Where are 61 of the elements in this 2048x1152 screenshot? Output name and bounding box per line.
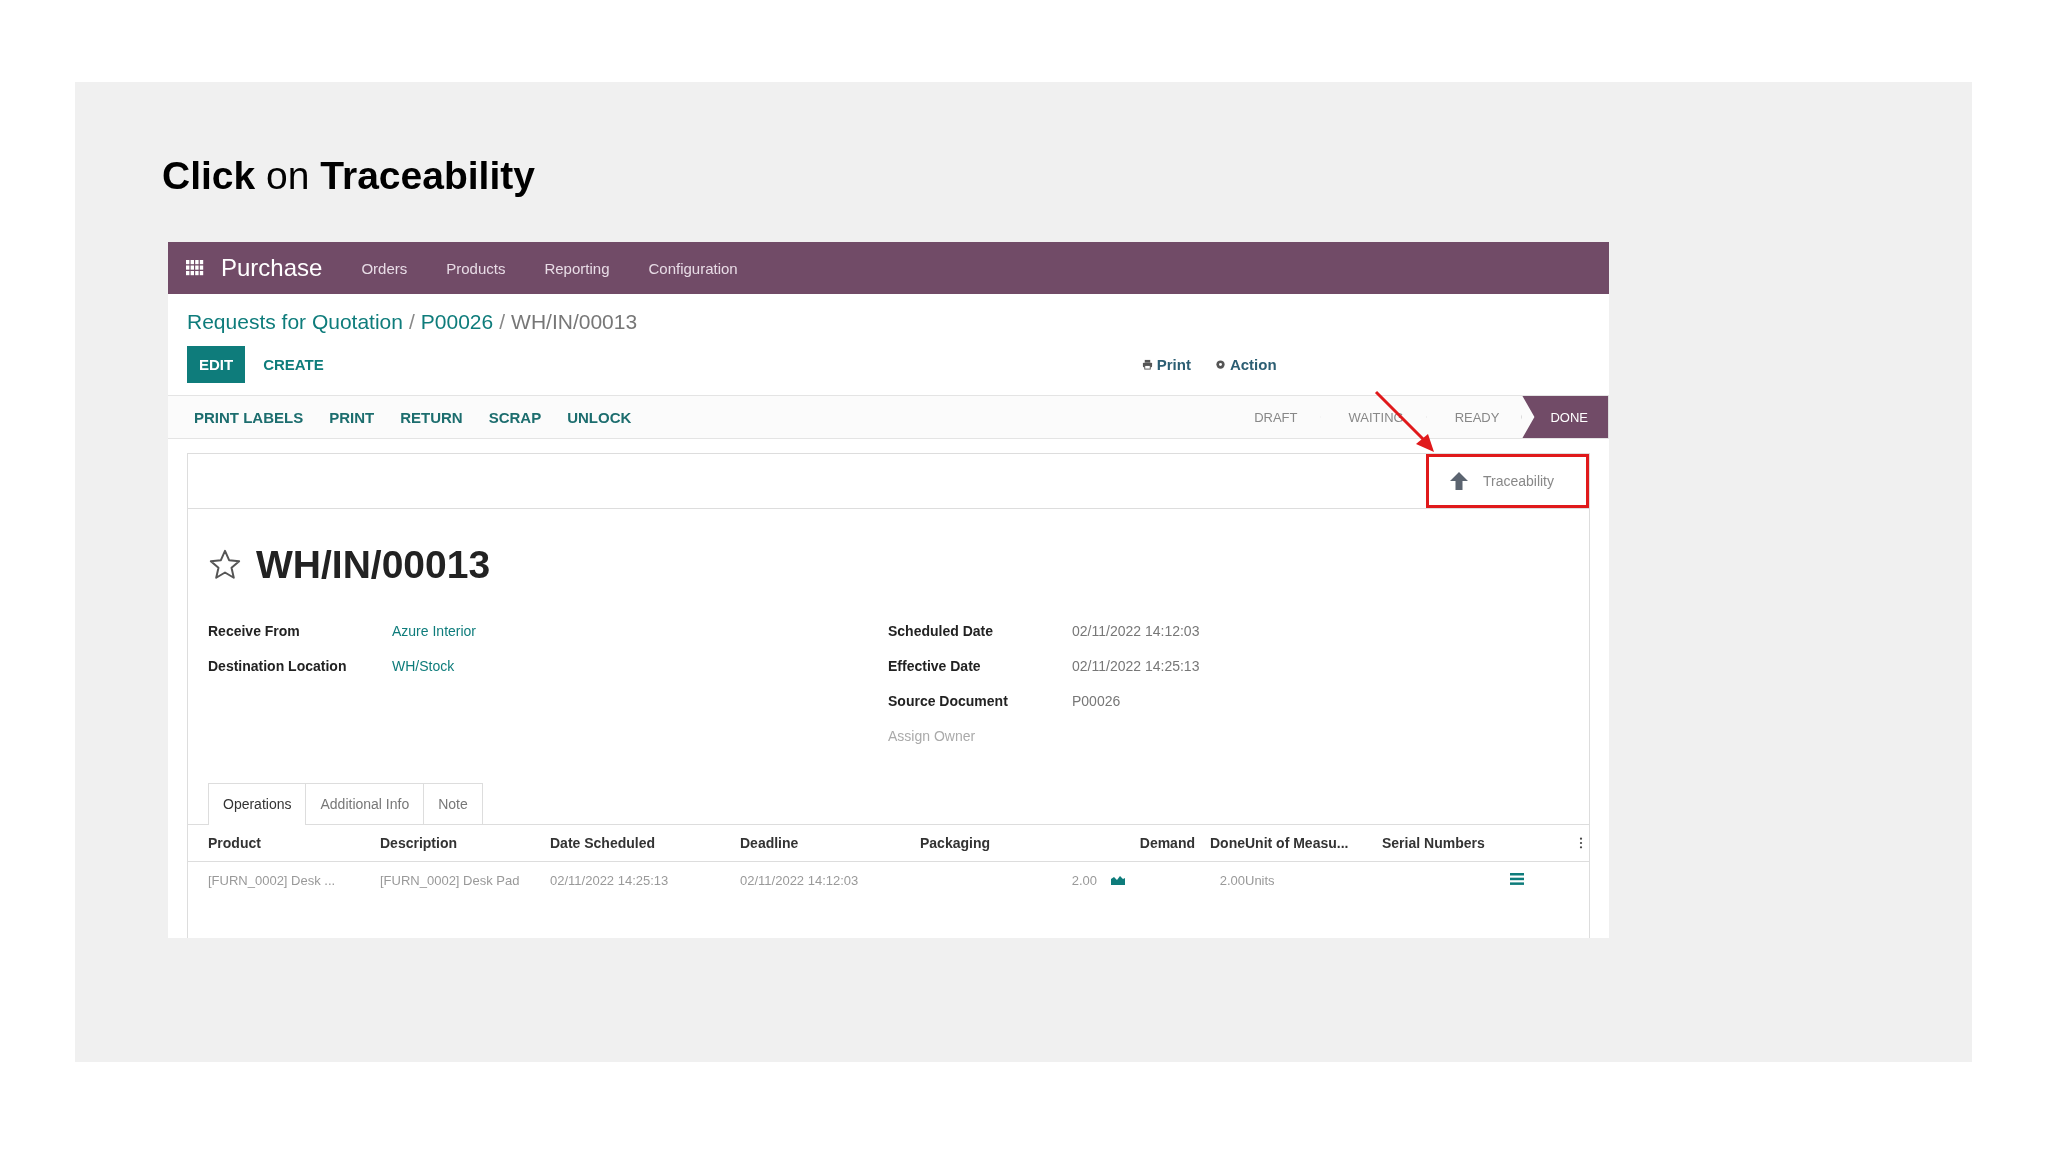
- list-icon[interactable]: [1510, 872, 1524, 885]
- column-header[interactable]: Serial Numbers: [1382, 835, 1532, 851]
- column-header[interactable]: Unit of Measu...: [1245, 835, 1382, 851]
- gear-icon: [1214, 359, 1226, 370]
- column-header[interactable]: Date Scheduled: [550, 835, 740, 851]
- apps-grid-icon[interactable]: [186, 260, 204, 276]
- field-label: Effective Date: [888, 658, 982, 676]
- action-link[interactable]: Print: [1141, 356, 1191, 373]
- breadcrumb-separator: /: [408, 310, 415, 334]
- breadcrumb-separator: /: [499, 310, 506, 334]
- column-header[interactable]: Product: [208, 835, 380, 851]
- table-cell-text: 02/11/2022 14:12:03: [740, 872, 860, 888]
- breadcrumb: WH/IN/00013: [511, 310, 638, 334]
- table-cell-text: Units: [1245, 872, 1276, 888]
- table-cell-text: [FURN_0002] Desk Pad: [380, 872, 521, 888]
- field-value: 02/11/2022 14:12:03: [1072, 623, 1201, 641]
- create-button[interactable]: CREATE: [251, 346, 336, 383]
- menu-item[interactable]: Configuration: [648, 259, 738, 277]
- column-header[interactable]: Deadline: [740, 835, 920, 851]
- breadcrumb[interactable]: Requests for Quotation: [187, 310, 403, 334]
- table-cell: 2.00: [1071, 872, 1097, 888]
- chart-icon[interactable]: [1111, 875, 1125, 885]
- table-cell: 2.00: [1219, 872, 1245, 888]
- field-value[interactable]: WH/Stock: [392, 658, 888, 693]
- record-title: WH/IN/00013: [256, 543, 491, 587]
- header-button[interactable]: UNLOCK: [557, 402, 642, 432]
- header-button[interactable]: PRINT LABELS: [184, 402, 314, 432]
- column-header[interactable]: Done: [1210, 835, 1245, 851]
- field-value: 02/11/2022 14:25:13: [1072, 658, 1201, 676]
- tab[interactable]: Operations: [208, 783, 307, 825]
- column-header[interactable]: Demand: [1139, 835, 1195, 851]
- column-header[interactable]: Description: [380, 835, 550, 851]
- field-label: Assign Owner: [888, 728, 977, 746]
- arrow-up-icon: [1448, 471, 1469, 491]
- field-label: Source Document: [888, 693, 1009, 711]
- app-name[interactable]: Purchase: [221, 254, 323, 282]
- edit-button[interactable]: EDIT: [187, 346, 246, 383]
- action-link[interactable]: Action: [1214, 356, 1277, 373]
- header-button[interactable]: RETURN: [390, 402, 473, 432]
- status-stage[interactable]: DONE: [1522, 396, 1609, 438]
- table-cell-text: [FURN_0002] Desk ...: [208, 872, 337, 888]
- slide-title: Click on Traceability: [162, 154, 536, 198]
- menu-item[interactable]: Orders: [361, 259, 408, 277]
- tab[interactable]: Additional Info: [306, 783, 425, 824]
- field-label: Receive From: [208, 623, 301, 641]
- star-icon[interactable]: [208, 548, 242, 582]
- header-button[interactable]: PRINT: [319, 402, 385, 432]
- tab[interactable]: Note: [424, 783, 483, 824]
- breadcrumb[interactable]: P00026: [420, 310, 494, 334]
- table-cell-text: 02/11/2022 14:25:13: [550, 872, 670, 888]
- column-header[interactable]: Packaging: [920, 835, 1050, 851]
- traceability-button[interactable]: Traceability: [1425, 454, 1589, 508]
- header-button[interactable]: SCRAP: [478, 402, 552, 432]
- menu-item[interactable]: Products: [446, 259, 506, 277]
- field-label: Scheduled Date: [888, 623, 995, 641]
- field-value: P00026: [1072, 693, 1122, 711]
- kebab-menu-icon[interactable]: [1579, 837, 1583, 849]
- printer-icon: [1141, 359, 1153, 370]
- field-label: Destination Location: [208, 658, 348, 676]
- field-value[interactable]: Azure Interior: [392, 623, 888, 658]
- menu-item[interactable]: Reporting: [544, 259, 610, 277]
